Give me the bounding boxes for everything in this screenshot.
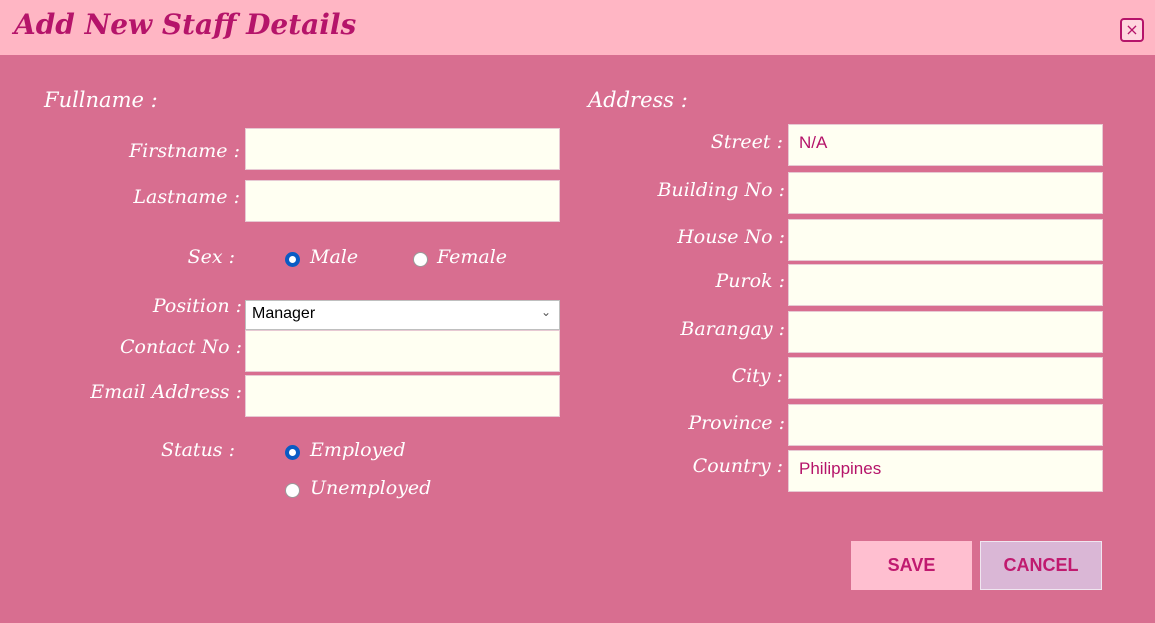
country-label: Country : [692,455,783,477]
close-button[interactable]: × [1120,18,1144,42]
status-unemployed-radio[interactable] [285,483,300,498]
street-label: Street : [710,131,783,153]
position-select-value: Manager [252,305,316,322]
status-label: Status : [160,439,235,461]
email-field[interactable] [245,375,560,417]
firstname-label: Firstname : [129,140,240,162]
purok-label: Purok : [715,270,786,292]
sex-label: Sex : [187,246,235,268]
country-field[interactable]: Philippines [788,450,1103,492]
house-no-label: House No : [677,226,785,248]
contact-label: Contact No : [120,336,242,358]
sex-male-label[interactable]: Male [310,246,358,268]
barangay-field[interactable] [788,311,1103,353]
contact-field[interactable] [245,330,560,372]
save-button[interactable]: SAVE [851,541,972,590]
city-label: City : [731,365,783,387]
sex-male-radio[interactable] [285,252,300,267]
status-employed-label[interactable]: Employed [310,439,406,461]
email-label: Email Address : [90,381,242,403]
province-label: Province : [688,412,785,434]
close-icon: × [1125,20,1139,39]
sex-female-radio[interactable] [413,252,428,267]
purok-field[interactable] [788,264,1103,306]
chevron-down-icon: ⌄ [541,305,552,319]
firstname-field[interactable] [245,128,560,170]
lastname-field[interactable] [245,180,560,222]
house-no-field[interactable] [788,219,1103,261]
status-employed-radio[interactable] [285,445,300,460]
position-select[interactable]: Manager ⌄ [245,300,560,330]
status-unemployed-label[interactable]: Unemployed [310,477,431,499]
address-section-label: Address : [588,88,688,112]
cancel-button[interactable]: CANCEL [980,541,1102,590]
fullname-section-label: Fullname : [44,88,158,112]
street-field[interactable]: N/A [788,124,1103,166]
city-field[interactable] [788,357,1103,399]
barangay-label: Barangay : [680,318,785,340]
position-label: Position : [152,295,242,317]
lastname-label: Lastname : [133,186,240,208]
province-field[interactable] [788,404,1103,446]
building-no-field[interactable] [788,172,1103,214]
sex-female-label[interactable]: Female [437,246,507,268]
dialog-title: Add New Staff Details [14,8,357,41]
building-no-label: Building No : [657,179,785,201]
